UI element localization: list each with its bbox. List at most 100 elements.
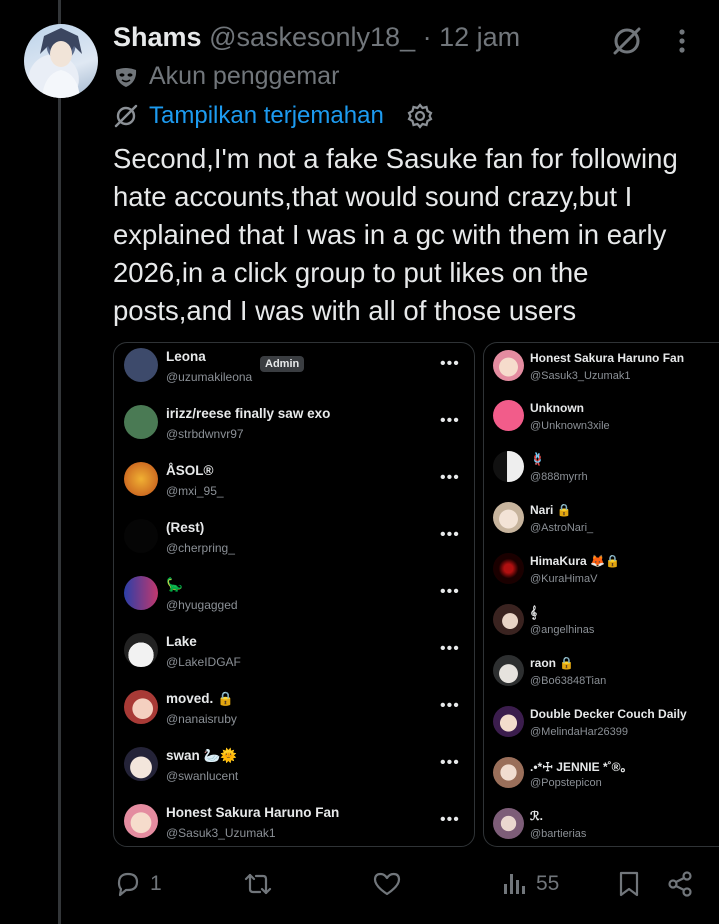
user-name: Honest Sakura Haruno Fan	[530, 351, 685, 365]
image-left-member-list[interactable]: Leona Admin @uzumakileona ••• irizz/rees…	[113, 342, 475, 847]
user-name: Double Decker Couch Daily	[530, 707, 687, 721]
avatar	[124, 576, 158, 610]
more-icon[interactable]: •••	[440, 640, 460, 658]
list-item[interactable]: ÅSOL® @mxi_95_ •••	[114, 459, 474, 509]
views-button[interactable]: 55	[502, 862, 559, 906]
repost-icon	[243, 870, 273, 898]
user-name: .•*☩ JENNIE *˚®。	[530, 760, 633, 774]
translate-icon	[113, 103, 139, 129]
list-item[interactable]: Double Decker Couch Daily @MelindaHar263…	[484, 701, 719, 751]
gear-icon[interactable]	[406, 102, 434, 130]
avatar	[124, 519, 158, 553]
author-handle[interactable]: @saskesonly18_	[209, 22, 415, 52]
user-handle: @bartierias	[530, 828, 587, 840]
list-item[interactable]: Honest Sakura Haruno Fan @Sasuk3_Uzumak1	[484, 345, 719, 395]
list-item[interactable]: swan 🦢🌞 @swanlucent •••	[114, 744, 474, 794]
avatar	[124, 747, 158, 781]
list-item[interactable]: Leona Admin @uzumakileona •••	[114, 345, 474, 395]
list-item[interactable]: (Rest) @cherpring_ •••	[114, 516, 474, 566]
avatar	[493, 604, 524, 635]
avatar	[493, 502, 524, 533]
user-name: HimaKura 🦊🔒	[530, 554, 620, 568]
fan-account-label: Akun penggemar	[149, 62, 340, 90]
user-name: Unknown	[530, 401, 584, 415]
user-name: ℛ.	[530, 809, 543, 823]
list-item[interactable]: Unknown @Unknown3xile	[484, 395, 719, 445]
more-icon[interactable]: •••	[440, 697, 460, 715]
user-name: irizz/reese finally saw exo	[166, 406, 331, 421]
post-time[interactable]: 12 jam	[439, 22, 520, 52]
avatar	[124, 405, 158, 439]
user-name: (Rest)	[166, 520, 205, 535]
fan-account-label-row: Akun penggemar	[113, 62, 339, 91]
image-right-member-list[interactable]: Honest Sakura Haruno Fan @Sasuk3_Uzumak1…	[483, 342, 719, 847]
user-handle: @Popstepicon	[530, 777, 602, 789]
user-name: 🪢	[530, 452, 545, 466]
author-avatar[interactable]	[24, 24, 98, 98]
list-item[interactable]: moved. 🔒 @nanaisruby •••	[114, 687, 474, 737]
avatar	[493, 808, 524, 839]
user-handle: @strbdwnvr97	[166, 427, 244, 441]
user-name: moved. 🔒	[166, 691, 234, 706]
avatar	[124, 690, 158, 724]
list-item[interactable]: Lake @LakeIDGAF •••	[114, 630, 474, 680]
avatar	[124, 804, 158, 838]
more-icon[interactable]: •••	[440, 583, 460, 601]
more-icon[interactable]: •••	[440, 754, 460, 772]
more-icon[interactable]: •••	[440, 811, 460, 829]
share-button[interactable]	[666, 862, 694, 906]
author-name[interactable]: Shams	[113, 22, 202, 52]
user-handle: @888myrrh	[530, 471, 588, 483]
more-icon[interactable]: •••	[440, 412, 460, 430]
avatar	[493, 757, 524, 788]
repost-button[interactable]	[243, 862, 281, 906]
list-item[interactable]: .•*☩ JENNIE *˚®。 @Popstepicon	[484, 752, 719, 802]
thread-line	[58, 0, 61, 924]
user-name: 𝄞	[530, 605, 538, 619]
list-item[interactable]: HimaKura 🦊🔒 @KuraHimaV	[484, 548, 719, 598]
user-name: Nari 🔒	[530, 503, 572, 517]
avatar	[124, 348, 158, 382]
user-name: raon 🔒	[530, 656, 575, 670]
list-item[interactable]: 𝄞 @angelhinas	[484, 599, 719, 649]
like-icon	[372, 870, 402, 898]
user-handle: @Sasuk3_Uzumak1	[166, 826, 276, 840]
user-handle: @swanlucent	[166, 769, 239, 783]
more-icon[interactable]: •••	[440, 355, 460, 373]
list-item[interactable]: 🦕 @hyugagged •••	[114, 573, 474, 623]
user-handle: @nanaisruby	[166, 712, 237, 726]
user-handle: @angelhinas	[530, 624, 595, 636]
show-translation-link[interactable]: Tampilkan terjemahan	[149, 102, 384, 130]
mask-icon	[113, 64, 139, 90]
grok-icon[interactable]	[610, 24, 644, 58]
list-item[interactable]: 🪢 @888myrrh	[484, 446, 719, 496]
more-icon[interactable]: •••	[440, 469, 460, 487]
user-handle: @mxi_95_	[166, 484, 224, 498]
user-name: Leona	[166, 349, 206, 364]
list-item[interactable]: irizz/reese finally saw exo @strbdwnvr97…	[114, 402, 474, 452]
reply-icon	[114, 870, 142, 898]
user-handle: @hyugagged	[166, 598, 238, 612]
bookmark-icon	[617, 870, 641, 898]
list-item[interactable]: ℛ. @bartierias	[484, 803, 719, 846]
list-item[interactable]: raon 🔒 @Bo63848Tian	[484, 650, 719, 700]
user-handle: @Bo63848Tian	[530, 675, 607, 687]
user-handle: @uzumakileona	[166, 370, 253, 384]
more-icon[interactable]	[674, 26, 690, 56]
avatar	[493, 400, 524, 431]
more-icon[interactable]: •••	[440, 526, 460, 544]
post-text: Second,I'm not a fake Sasuke fan for fol…	[113, 143, 678, 326]
list-item[interactable]: Honest Sakura Haruno Fan @Sasuk3_Uzumak1…	[114, 801, 474, 846]
user-name: 🦕	[166, 577, 183, 592]
user-name: Lake	[166, 634, 197, 649]
user-name: ÅSOL®	[166, 463, 214, 478]
separator-dot: ·	[422, 22, 432, 52]
list-item[interactable]: Nari 🔒 @AstroNari_	[484, 497, 719, 547]
share-icon	[666, 870, 694, 898]
admin-badge: Admin	[260, 356, 305, 372]
bookmark-button[interactable]	[617, 862, 641, 906]
reply-button[interactable]: 1	[114, 862, 162, 906]
like-button[interactable]	[372, 862, 410, 906]
avatar	[124, 633, 158, 667]
avatar	[493, 553, 524, 584]
